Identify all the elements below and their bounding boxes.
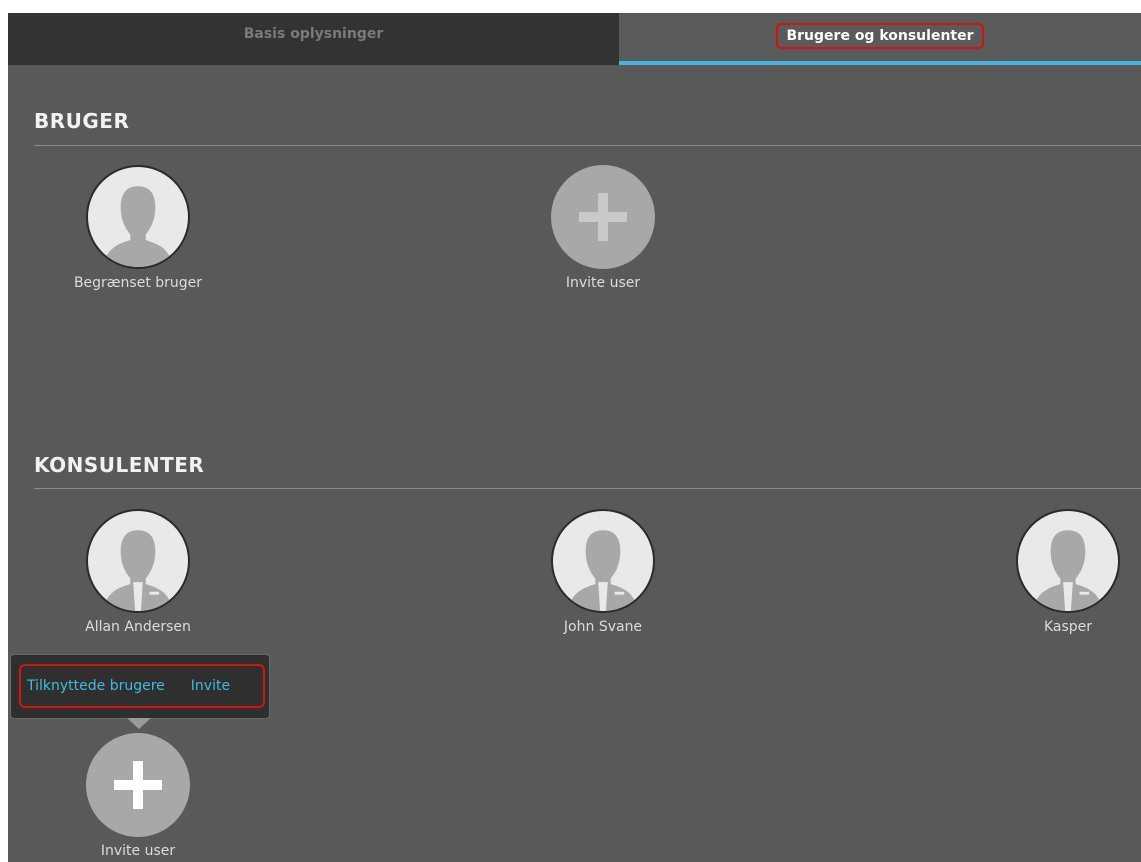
consultant-avatar-icon [86, 509, 190, 613]
invite-user-label: Invite user [100, 843, 176, 859]
tab-basis-oplysninger[interactable]: Basis oplysninger [8, 13, 619, 65]
popup-pointer [127, 718, 151, 729]
section-divider [34, 145, 1141, 146]
invite-user-card[interactable]: Invite user [503, 165, 703, 291]
user-avatar-icon [86, 165, 190, 269]
section-title-konsulenter: KONSULENTER [34, 453, 205, 477]
invite-consultant-card[interactable]: Invite user [38, 733, 238, 859]
consultant-avatar-icon [1016, 509, 1120, 613]
plus-icon [86, 733, 190, 837]
user-name: Begrænset bruger [73, 275, 203, 291]
consultant-name: John Svane [563, 619, 643, 635]
tab-bar: Basis oplysninger Brugere og konsulenter [8, 13, 1141, 65]
consultant-actions-popup: Tilknyttede brugere Invite [10, 654, 270, 719]
consultant-card[interactable]: John Svane [503, 509, 703, 635]
tab-label: Brugere og konsulenter [776, 23, 984, 49]
user-card[interactable]: Begrænset bruger [38, 165, 238, 291]
popup-links: Tilknyttede brugere Invite [19, 664, 265, 708]
invite-user-label: Invite user [565, 275, 641, 291]
section-title-bruger: BRUGER [34, 109, 130, 133]
main-panel: Basis oplysninger Brugere og konsulenter… [8, 13, 1141, 862]
consultant-avatar-icon [551, 509, 655, 613]
consultant-card[interactable]: Allan Andersen [38, 509, 238, 635]
section-divider [34, 488, 1141, 489]
invite-link[interactable]: Invite [191, 678, 230, 694]
active-tab-indicator [619, 61, 1141, 65]
plus-icon [551, 165, 655, 269]
consultant-name: Kasper [1043, 619, 1093, 635]
tab-brugere-og-konsulenter[interactable]: Brugere og konsulenter [619, 13, 1141, 65]
consultant-card[interactable]: Kasper [968, 509, 1141, 635]
tilknyttede-brugere-link[interactable]: Tilknyttede brugere [27, 678, 165, 694]
tab-label: Basis oplysninger [243, 26, 384, 42]
consultant-name: Allan Andersen [85, 619, 191, 635]
